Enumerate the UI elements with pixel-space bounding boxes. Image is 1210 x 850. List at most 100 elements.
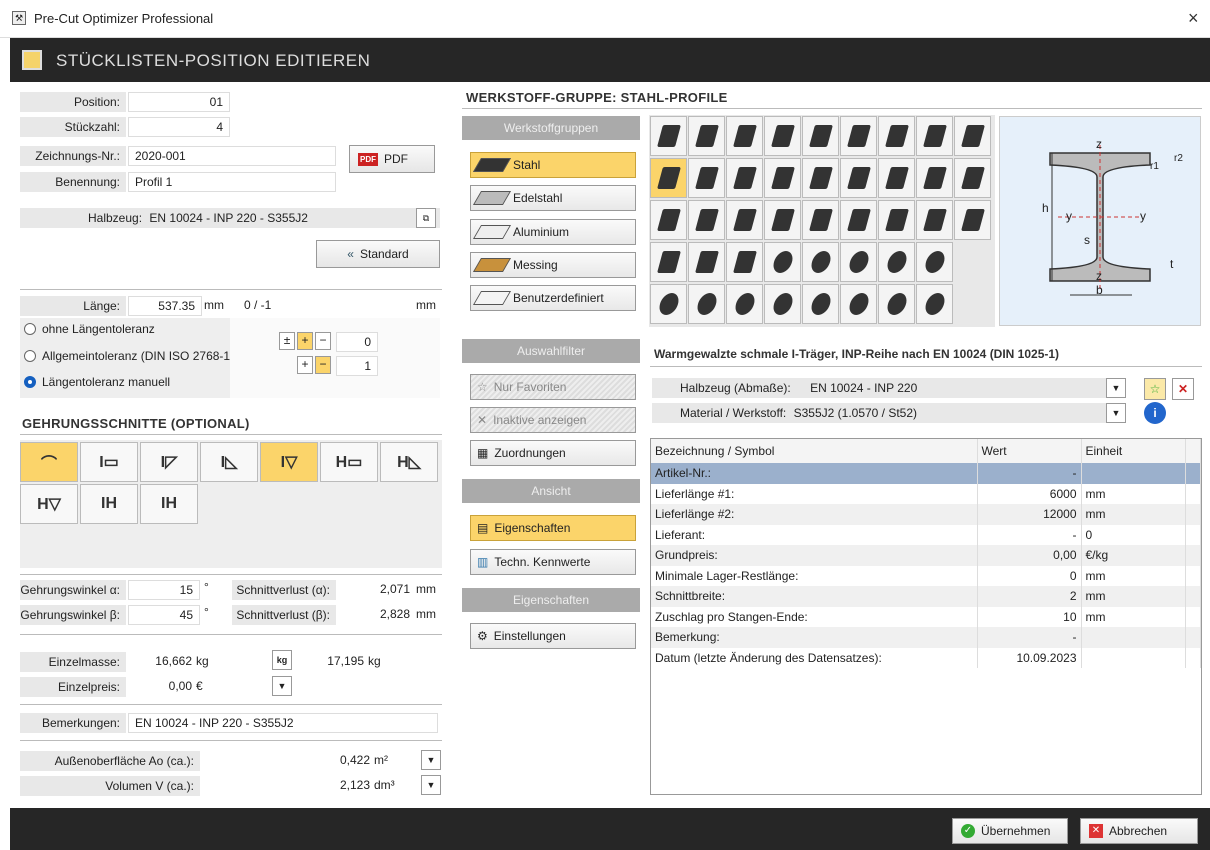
- close-icon[interactable]: ×: [1188, 8, 1199, 29]
- kg-icon[interactable]: kg: [272, 650, 292, 670]
- table-row[interactable]: Artikel-Nr.: -: [651, 463, 1201, 484]
- profile-type-1-4[interactable]: [764, 116, 801, 156]
- profile-type-3-5[interactable]: [802, 200, 839, 240]
- copy-icon[interactable]: ⧉: [416, 208, 436, 228]
- profile-type-2-5[interactable]: [802, 158, 839, 198]
- info-icon[interactable]: i: [1144, 402, 1166, 424]
- table-row[interactable]: Zuschlag pro Stangen-Ende: 10 mm: [651, 606, 1201, 627]
- miter-option-2[interactable]: I◸: [140, 442, 198, 482]
- uebernehmen-button[interactable]: ✓ Übernehmen: [952, 818, 1068, 844]
- profile-type-1-2[interactable]: [688, 116, 725, 156]
- table-row[interactable]: Schnittbreite: 2 mm: [651, 586, 1201, 607]
- profile-type-2-4[interactable]: [764, 158, 801, 198]
- laenge-field[interactable]: 537.35: [128, 296, 202, 316]
- group-stahl[interactable]: Stahl: [470, 152, 636, 178]
- profile-type-1-3[interactable]: [726, 116, 763, 156]
- profile-type-3-7[interactable]: [878, 200, 915, 240]
- profile-type-2-8[interactable]: [916, 158, 953, 198]
- profile-type-5-3[interactable]: [726, 284, 763, 324]
- miter-option-3[interactable]: I◺: [200, 442, 258, 482]
- profile-type-4-3[interactable]: [726, 242, 763, 282]
- zuordnungen-button[interactable]: ▦ Zuordnungen: [470, 440, 636, 466]
- miter-option-6[interactable]: H◺: [380, 442, 438, 482]
- alpha-field[interactable]: 15: [128, 580, 200, 600]
- einzelpreis-dropdown-icon[interactable]: ▼: [272, 676, 292, 696]
- profile-type-5-8[interactable]: [916, 284, 953, 324]
- lower-tolerance-field[interactable]: 1: [336, 356, 378, 376]
- upper-plus-toggle[interactable]: +: [297, 332, 313, 350]
- profile-type-2-9[interactable]: [954, 158, 991, 198]
- lower-plus-toggle[interactable]: +: [297, 356, 313, 374]
- table-row[interactable]: Grundpreis: 0,00 €/kg: [651, 545, 1201, 566]
- miter-option-5[interactable]: H▭: [320, 442, 378, 482]
- profile-type-1-5[interactable]: [802, 116, 839, 156]
- profile-type-4-1[interactable]: [650, 242, 687, 282]
- miter-option-8[interactable]: IH: [80, 484, 138, 524]
- table-row[interactable]: Datum (letzte Änderung des Datensatzes):…: [651, 647, 1201, 668]
- profile-type-5-6[interactable]: [840, 284, 877, 324]
- nur-favoriten-button[interactable]: ☆ Nur Favoriten: [470, 374, 636, 400]
- profile-type-2-6[interactable]: [840, 158, 877, 198]
- upper-tolerance-field[interactable]: 0: [336, 332, 378, 352]
- halbzeug-dropdown-icon[interactable]: ▼: [1106, 378, 1126, 398]
- profile-type-3-6[interactable]: [840, 200, 877, 240]
- add-favorite-icon[interactable]: ☆: [1144, 378, 1166, 400]
- zeichnung-field[interactable]: 2020-001: [128, 146, 336, 166]
- miter-none[interactable]: ⌒: [20, 442, 78, 482]
- profile-type-2-7[interactable]: [878, 158, 915, 198]
- beta-field[interactable]: 45: [128, 605, 200, 625]
- profile-type-4-4[interactable]: [764, 242, 801, 282]
- profile-type-3-8[interactable]: [916, 200, 953, 240]
- miter-option-1[interactable]: I▭: [80, 442, 138, 482]
- profile-type-1-7[interactable]: [878, 116, 915, 156]
- radio-general-tolerance[interactable]: [24, 350, 36, 362]
- miter-option-4[interactable]: I▽: [260, 442, 318, 482]
- standard-button[interactable]: « Standard: [316, 240, 440, 268]
- eigenschaften-button[interactable]: ▤ Eigenschaften: [470, 515, 636, 541]
- table-row[interactable]: Lieferant: -0: [651, 524, 1201, 545]
- profile-type-4-7[interactable]: [878, 242, 915, 282]
- profile-type-1-1[interactable]: [650, 116, 687, 156]
- profile-type-4-5[interactable]: [802, 242, 839, 282]
- profile-type-3-2[interactable]: [688, 200, 725, 240]
- profile-type-3-1[interactable]: [650, 200, 687, 240]
- group-edelstahl[interactable]: Edelstahl: [470, 185, 636, 211]
- profile-type-3-9[interactable]: [954, 200, 991, 240]
- group-messing[interactable]: Messing: [470, 252, 636, 278]
- radio-manual-tolerance[interactable]: [24, 376, 36, 388]
- profile-type-2-3[interactable]: [726, 158, 763, 198]
- profile-type-4-6[interactable]: [840, 242, 877, 282]
- profile-type-5-2[interactable]: [688, 284, 725, 324]
- remove-icon[interactable]: ✕: [1172, 378, 1194, 400]
- einstellungen-button[interactable]: ⚙ Einstellungen: [470, 623, 636, 649]
- abbrechen-button[interactable]: ✕ Abbrechen: [1080, 818, 1198, 844]
- bemerkungen-field[interactable]: EN 10024 - INP 220 - S355J2: [128, 713, 438, 733]
- profile-type-2-2[interactable]: [688, 158, 725, 198]
- group-benutzerdefiniert[interactable]: Benutzerdefiniert: [470, 285, 636, 311]
- miter-option-9[interactable]: IH: [140, 484, 198, 524]
- profile-type-5-4[interactable]: [764, 284, 801, 324]
- stueckzahl-field[interactable]: 4: [128, 117, 230, 137]
- profile-type-5-7[interactable]: [878, 284, 915, 324]
- benennung-field[interactable]: Profil 1: [128, 172, 336, 192]
- oberflaeche-dropdown-icon[interactable]: ▼: [421, 750, 441, 770]
- radio-no-tolerance[interactable]: [24, 323, 36, 335]
- upper-minus-toggle[interactable]: −: [315, 332, 331, 350]
- miter-option-7[interactable]: H▽: [20, 484, 78, 524]
- profile-type-4-2[interactable]: [688, 242, 725, 282]
- profile-type-3-3[interactable]: [726, 200, 763, 240]
- position-field[interactable]: 01: [128, 92, 230, 112]
- profile-type-1-9[interactable]: [954, 116, 991, 156]
- volumen-dropdown-icon[interactable]: ▼: [421, 775, 441, 795]
- table-row[interactable]: Bemerkung: -: [651, 627, 1201, 648]
- table-row[interactable]: Lieferlänge #2: 12000 mm: [651, 504, 1201, 525]
- profile-type-4-8[interactable]: [916, 242, 953, 282]
- techn-kennwerte-button[interactable]: ▥ Techn. Kennwerte: [470, 549, 636, 575]
- inaktive-button[interactable]: ✕ Inaktive anzeigen: [470, 407, 636, 433]
- table-row[interactable]: Lieferlänge #1: 6000 mm: [651, 483, 1201, 504]
- profile-type-1-6[interactable]: [840, 116, 877, 156]
- material-dropdown-icon[interactable]: ▼: [1106, 403, 1126, 423]
- profile-type-2-1[interactable]: [650, 158, 687, 198]
- profile-type-3-4[interactable]: [764, 200, 801, 240]
- profile-type-1-8[interactable]: [916, 116, 953, 156]
